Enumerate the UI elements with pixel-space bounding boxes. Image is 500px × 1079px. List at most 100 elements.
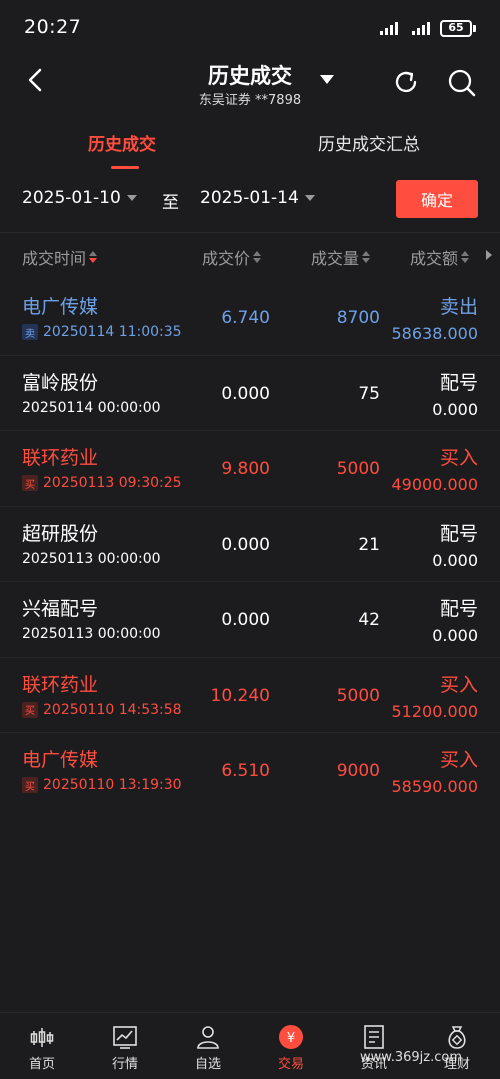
- buy-tag: 买: [22, 777, 38, 793]
- trade-datetime: 20250114 11:00:35: [43, 324, 182, 340]
- trade-amount: 0.000: [432, 399, 478, 419]
- tab-history-trades[interactable]: 历史成交: [88, 130, 156, 155]
- nav-home[interactable]: 首页: [0, 1013, 84, 1079]
- battery-tip: [473, 25, 476, 32]
- trade-datetime-line: 20250113 00:00:00: [22, 626, 161, 642]
- date-filter: 2025-01-10 至 2025-01-14 确定: [0, 178, 500, 222]
- nav-watchlist[interactable]: 自选: [166, 1013, 250, 1079]
- trade-price: 9.800: [221, 459, 270, 479]
- nav-wealth[interactable]: 理财: [415, 1013, 499, 1079]
- sort-icon: [89, 251, 98, 263]
- trade-action: 配号: [439, 598, 478, 620]
- trade-price: 0.000: [221, 383, 270, 404]
- signal-icon-2: [412, 21, 430, 35]
- trade-datetime: 20250113 00:00:00: [22, 550, 161, 567]
- trade-price: 0.000: [221, 534, 270, 555]
- table-row[interactable]: 电广传媒 买 20250110 13:19:30 6.510 9000 买入 5…: [0, 733, 500, 809]
- trade-amount: 49000.000: [391, 475, 478, 494]
- chart-icon: [113, 1026, 137, 1049]
- trade-datetime: 20250113 00:00:00: [22, 626, 161, 642]
- trade-datetime: 20250110 14:53:58: [43, 701, 182, 718]
- trade-qty: 5000: [336, 685, 380, 706]
- sort-icon: [362, 251, 371, 263]
- trade-qty: 8700: [336, 308, 380, 328]
- signal-icon: [380, 21, 398, 35]
- header: 历史成交 东吴证券 **7898: [0, 56, 500, 116]
- table-row[interactable]: 兴福配号 20250113 00:00:00 0.000 42 配号 0.000: [0, 582, 500, 658]
- table-row[interactable]: 超研股份 20250113 00:00:00 0.000 21 配号 0.000: [0, 507, 500, 582]
- person-icon: [197, 1026, 219, 1049]
- sort-icon: [253, 251, 262, 263]
- trade-datetime-line: 买 20250110 14:53:58: [22, 701, 182, 718]
- trade-price: 0.000: [221, 610, 270, 630]
- trade-price: 10.240: [210, 685, 270, 706]
- stock-name: 联环药业: [22, 447, 99, 469]
- column-header-amount[interactable]: 成交额: [410, 245, 470, 269]
- table-row[interactable]: 联环药业 买 20250113 09:30:25 9.800 5000 买入 4…: [0, 431, 500, 507]
- battery-level: 65: [448, 21, 464, 34]
- stock-name: 兴福配号: [22, 598, 99, 620]
- start-date-value: 2025-01-10: [22, 188, 121, 208]
- trade-action: 卖出: [439, 296, 478, 318]
- column-label: 成交价: [202, 249, 251, 268]
- trade-amount: 0.000: [432, 626, 478, 645]
- trade-datetime: 20250113 09:30:25: [43, 475, 182, 491]
- refresh-icon[interactable]: [392, 68, 420, 96]
- trade-qty: 9000: [336, 761, 380, 781]
- buy-tag: 买: [22, 701, 38, 718]
- chevron-down-icon: [304, 195, 315, 201]
- stock-name: 电广传媒: [22, 296, 99, 318]
- table-row[interactable]: 联环药业 买 20250110 14:53:58 10.240 5000 买入 …: [0, 658, 500, 733]
- column-label: 成交量: [311, 249, 360, 268]
- tab-history-summary[interactable]: 历史成交汇总: [318, 130, 420, 155]
- trade-datetime-line: 卖 20250114 11:00:35: [22, 324, 182, 340]
- trade-action: 买入: [439, 673, 478, 696]
- trade-qty: 75: [358, 383, 380, 404]
- nav-market[interactable]: 行情: [83, 1013, 167, 1079]
- svg-text:¥: ¥: [287, 1031, 295, 1046]
- status-bar: 20:27 65: [0, 0, 500, 56]
- start-date-picker[interactable]: 2025-01-10: [22, 188, 137, 208]
- page-title[interactable]: 历史成交: [0, 60, 500, 90]
- table-row[interactable]: 电广传媒 卖 20250114 11:00:35 6.740 8700 卖出 5…: [0, 280, 500, 356]
- table-header: 成交时间 成交价 成交量 成交额: [0, 232, 500, 278]
- scroll-right-icon[interactable]: [486, 250, 492, 260]
- trade-action: 配号: [439, 371, 478, 394]
- trade-list: 电广传媒 卖 20250114 11:00:35 6.740 8700 卖出 5…: [0, 280, 500, 809]
- bottom-nav: 首页 行情 自选 ¥ 交易 资讯 理财: [0, 1012, 500, 1079]
- column-header-price[interactable]: 成交价: [202, 245, 262, 269]
- tab-bar: 历史成交 历史成交汇总: [0, 116, 500, 172]
- stock-name: 富岭股份: [22, 371, 99, 394]
- nav-label: 行情: [111, 1057, 138, 1072]
- nav-news[interactable]: 资讯: [332, 1013, 416, 1079]
- stock-name: 超研股份: [22, 522, 99, 545]
- trade-datetime-line: 买 20250113 09:30:25: [22, 475, 182, 491]
- column-label: 成交额: [410, 249, 459, 268]
- watermark: www.369jz.com: [360, 1050, 462, 1065]
- nav-label: 自选: [194, 1057, 221, 1072]
- trade-datetime: 20250110 13:19:30: [43, 777, 182, 793]
- trade-action: 买入: [439, 447, 478, 469]
- trade-datetime-line: 20250113 00:00:00: [22, 551, 161, 567]
- date-separator: 至: [162, 193, 179, 213]
- trade-amount: 58590.000: [391, 777, 478, 796]
- trade-amount: 0.000: [432, 550, 478, 570]
- stock-name: 电广传媒: [22, 749, 99, 771]
- table-row[interactable]: 富岭股份 20250114 00:00:00 0.000 75 配号 0.000: [0, 356, 500, 431]
- trade-price: 6.740: [221, 308, 270, 328]
- yuan-icon: ¥: [279, 1025, 303, 1049]
- column-header-time[interactable]: 成交时间: [22, 245, 98, 269]
- confirm-button[interactable]: 确定: [396, 180, 478, 218]
- stock-name: 联环药业: [22, 673, 99, 696]
- nav-trade[interactable]: ¥ 交易: [249, 1013, 333, 1079]
- search-icon[interactable]: [447, 68, 477, 98]
- title-dropdown-icon[interactable]: [320, 75, 334, 85]
- money-bag-icon: [448, 1026, 466, 1049]
- trade-qty: 5000: [336, 459, 380, 479]
- column-header-qty[interactable]: 成交量: [311, 245, 371, 269]
- trade-datetime-line: 20250114 00:00:00: [22, 400, 161, 416]
- trade-amount: 58638.000: [391, 324, 478, 343]
- end-date-value: 2025-01-14: [200, 188, 299, 208]
- trade-datetime-line: 买 20250110 13:19:30: [22, 777, 182, 793]
- end-date-picker[interactable]: 2025-01-14: [200, 188, 315, 208]
